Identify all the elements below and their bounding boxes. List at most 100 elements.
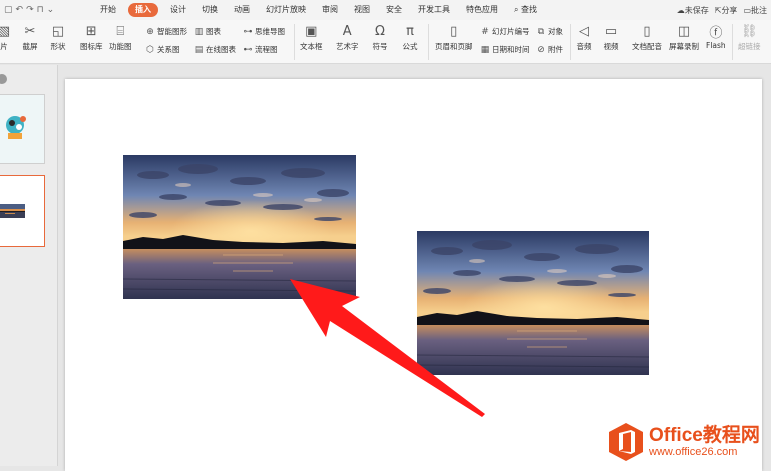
flash-icon: ⓕ — [709, 25, 723, 41]
textbox-button[interactable]: ▣ 文本框 — [300, 24, 323, 52]
scissors-icon: ✂ — [24, 23, 36, 39]
slide-thumbnail-2[interactable] — [0, 175, 45, 247]
symbol-label: 符号 — [372, 42, 388, 51]
tab-home[interactable]: 开始 — [92, 0, 124, 20]
sunset-thumbnail-image — [0, 204, 25, 218]
header-footer-button[interactable]: ▯ 页眉和页脚 — [435, 24, 473, 52]
tab-review[interactable]: 审阅 — [314, 0, 346, 20]
online-chart-button[interactable]: ▤ 在线图表 — [194, 44, 236, 55]
slide-thumbnail-panel — [0, 65, 58, 466]
bar-chart-icon: ▥ — [194, 26, 204, 37]
audio-button[interactable]: ◁ 音频 — [576, 24, 592, 52]
chart-label: 图表 — [206, 27, 221, 36]
screen-record-label: 屏幕录制 — [669, 42, 699, 51]
chart-button[interactable]: ▥ 图表 — [194, 26, 221, 37]
cartoon-thumbnail-image — [6, 116, 26, 139]
slide-editing-area — [59, 65, 771, 471]
office-logo-icon — [609, 422, 643, 461]
watermark-text: Office教程网 www.office26.com — [649, 425, 760, 458]
attachment-label: 附件 — [548, 45, 563, 54]
slide-number-button[interactable]: # 幻灯片编号 — [480, 26, 529, 37]
redo-icon[interactable]: ↷ — [26, 5, 34, 15]
wordart-icon: A — [342, 23, 352, 39]
divider — [428, 24, 429, 60]
symbol-button[interactable]: Ω 符号 — [372, 24, 388, 52]
omega-icon: Ω — [375, 23, 385, 39]
relation-chart-button[interactable]: ⬡ 关系图 — [145, 44, 180, 55]
save-icon[interactable]: ▢ — [4, 5, 13, 15]
search-button[interactable]: ⌕ 查找 — [506, 0, 545, 20]
divider — [732, 24, 733, 60]
formula-button[interactable]: π 公式 — [402, 24, 418, 52]
ribbon-toolbar: ▧ 片 ✂ 截屏 ◱ 形状 ⊞ 图标库 ⌸ 功能图 ⊕ 智能图形 ⬡ 关系图 ▥ 图表 ▤ 在线图… — [0, 20, 771, 64]
speaker-icon: ◁ — [579, 23, 589, 39]
object-label: 对象 — [548, 27, 563, 36]
flow-chart-button[interactable]: ⊷ 流程图 — [243, 44, 278, 55]
function-chart-button[interactable]: ⌸ 功能图 — [109, 24, 132, 52]
comment-icon: ▭ — [743, 5, 751, 15]
sunset-lake-image-1[interactable] — [123, 155, 356, 299]
screenshot-button[interactable]: ✂ 截屏 — [22, 24, 38, 52]
cloud-save-status[interactable]: ☁未保存 — [677, 5, 709, 16]
object-button[interactable]: ⧉ 对象 — [536, 26, 563, 37]
tab-security[interactable]: 安全 — [378, 0, 410, 20]
attachment-button[interactable]: ⊘ 附件 — [536, 44, 563, 55]
tab-animation[interactable]: 动画 — [226, 0, 258, 20]
office26-watermark: Office教程网 www.office26.com — [607, 417, 771, 466]
slide-thumbnail-1[interactable] — [0, 94, 45, 164]
picture-button[interactable]: ▧ 片 — [0, 24, 12, 52]
mind-map-label: 思维导图 — [255, 27, 285, 36]
building-icon: ⌸ — [116, 23, 125, 39]
quick-access-toolbar: ▢ ↶ ↷ ⊓ ⌄ — [0, 5, 92, 15]
divider — [570, 24, 571, 60]
flash-label: Flash — [706, 41, 726, 50]
relation-icon: ⬡ — [146, 44, 154, 55]
datetime-label: 日期和时间 — [492, 45, 530, 54]
object-icon: ⧉ — [537, 26, 545, 37]
mind-map-button[interactable]: ⊶ 思维导图 — [243, 26, 286, 37]
shape-button[interactable]: ◱ 形状 — [50, 24, 66, 52]
tab-developer[interactable]: 开发工具 — [410, 0, 458, 20]
tab-view[interactable]: 视图 — [346, 0, 378, 20]
flow-chart-icon: ⊷ — [243, 44, 253, 55]
slide-canvas[interactable] — [65, 79, 762, 471]
flash-button[interactable]: ⓕ Flash — [706, 24, 726, 51]
screen-record-button[interactable]: ◫ 屏幕录制 — [669, 24, 699, 52]
undo-icon[interactable]: ↶ — [16, 5, 24, 15]
hyperlink-label: 超链接 — [738, 42, 761, 51]
share-button[interactable]: ⇱分享 — [715, 5, 738, 16]
right-tools: ☁未保存 ⇱分享 ▭批注 — [677, 0, 771, 20]
smart-shape-button[interactable]: ⊕ 智能图形 — [145, 26, 187, 37]
icon-library-button[interactable]: ⊞ 图标库 — [80, 24, 103, 52]
shape-icon: ◱ — [51, 23, 65, 39]
shape-label: 形状 — [50, 42, 66, 51]
tab-slideshow[interactable]: 幻灯片放映 — [258, 0, 314, 20]
textbox-label: 文本框 — [300, 42, 323, 51]
tab-special[interactable]: 特色应用 — [458, 0, 506, 20]
save-status-label: 未保存 — [684, 5, 709, 15]
wordart-label: 艺术字 — [336, 42, 359, 51]
panel-toggle-icon[interactable] — [0, 74, 7, 84]
relation-chart-label: 关系图 — [157, 45, 180, 54]
smart-shape-icon: ⊕ — [146, 26, 154, 37]
dropdown-icon[interactable]: ⌄ — [47, 5, 55, 15]
lock-icon[interactable]: ⊓ — [37, 5, 44, 15]
hyperlink-button[interactable]: ⛓ 超链接 — [738, 24, 761, 52]
video-icon: ▭ — [604, 23, 618, 39]
annotate-label: 批注 — [751, 5, 767, 15]
picture-icon: ▧ — [0, 23, 11, 39]
datetime-button[interactable]: ▦ 日期和时间 — [480, 44, 530, 55]
screenshot-label: 截屏 — [22, 42, 38, 51]
annotate-button[interactable]: ▭批注 — [743, 5, 767, 16]
tab-transition[interactable]: 切换 — [194, 0, 226, 20]
wordart-button[interactable]: A 艺术字 — [336, 24, 359, 52]
flow-chart-label: 流程图 — [255, 45, 278, 54]
doc-dub-button[interactable]: ▯ 文档配音 — [632, 24, 662, 52]
tab-insert[interactable]: 插入 — [128, 3, 158, 17]
search-label: 查找 — [521, 5, 538, 14]
video-button[interactable]: ▭ 视频 — [603, 24, 619, 52]
audio-label: 音频 — [576, 42, 592, 51]
red-arrow-annotation — [290, 279, 485, 417]
tab-design[interactable]: 设计 — [162, 0, 194, 20]
picture-label: 片 — [0, 42, 8, 51]
